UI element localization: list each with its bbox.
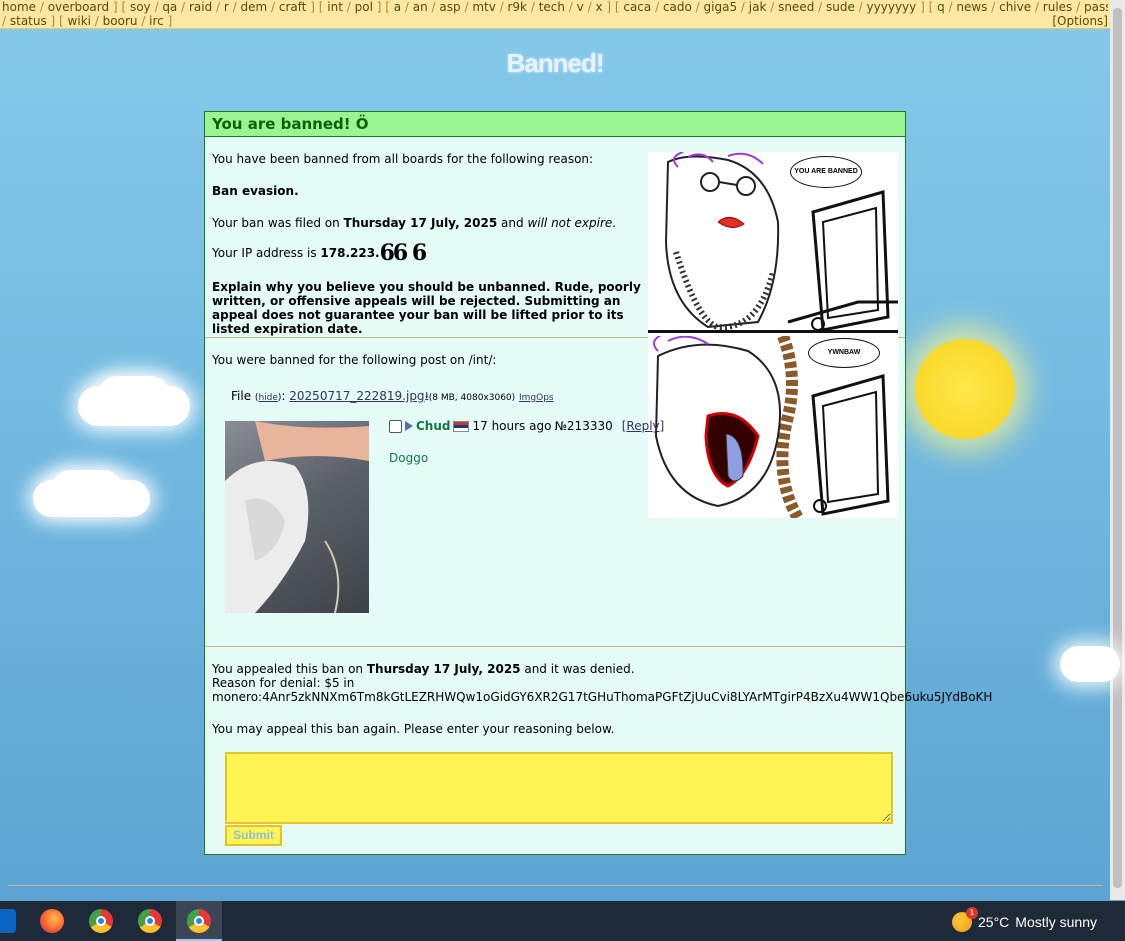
board-link-sneed[interactable]: sneed <box>778 0 814 14</box>
chrome-icon[interactable] <box>89 909 113 933</box>
board-link-an[interactable]: an <box>413 0 428 14</box>
appeal-section: You appealed this ban on Thursday 17 Jul… <box>205 648 992 854</box>
board-link-int[interactable]: int <box>327 0 343 14</box>
denial-reason: Reason for denial: $5 in <box>212 676 355 690</box>
ban-filed-date: Thursday 17 July, 2025 <box>343 216 498 230</box>
ip-masked-scribble: 66 6 <box>379 240 428 266</box>
boardlist-row-2: / status ] [ wiki / booru / irc ] <box>2 14 173 28</box>
board-link-mtv[interactable]: mtv <box>472 0 496 14</box>
board-link-r9k[interactable]: r9k <box>507 0 527 14</box>
chrome-active-icon[interactable] <box>187 909 211 933</box>
post-thumbnail[interactable] <box>225 421 369 613</box>
ban-filed: Your ban was filed on Thursday 17 July, … <box>212 216 617 230</box>
country-flag-icon <box>453 420 470 432</box>
appeal-date: Thursday 17 July, 2025 <box>366 662 521 676</box>
cloud-decoration <box>98 376 170 414</box>
board-link-sude[interactable]: sude <box>826 0 855 14</box>
ip-address: 178.223. <box>320 246 380 260</box>
dog-photo <box>225 421 369 613</box>
options-link[interactable]: [Options] <box>1052 14 1108 28</box>
board-link-news[interactable]: news <box>956 0 987 14</box>
scrollbar-thumb[interactable] <box>1113 8 1122 888</box>
sun-cloud-icon: 1 <box>952 907 979 932</box>
board-link-v[interactable]: v <box>577 0 584 14</box>
appeal-status: You appealed this ban on Thursday 17 Jul… <box>212 662 993 704</box>
board-link-tech[interactable]: tech <box>539 0 565 14</box>
sun-decoration <box>915 339 1015 439</box>
board-link-rules[interactable]: rules <box>1043 0 1073 14</box>
appeal-instructions: Explain why you believe you should be un… <box>212 280 641 336</box>
post-time: 17 hours ago <box>472 419 552 433</box>
post-header: Chud 17 hours ago №213330 [Reply] <box>389 419 664 433</box>
reply-link[interactable]: [Reply] <box>622 419 665 433</box>
ban-expire: will not expire <box>527 216 613 230</box>
page-title: Banned! <box>506 48 605 78</box>
firefox-icon[interactable] <box>40 909 64 933</box>
board-link-chive[interactable]: chive <box>999 0 1031 14</box>
poster-name: Chud <box>416 419 451 433</box>
hide-link[interactable]: hide <box>258 393 277 403</box>
board-link-status[interactable]: status <box>10 14 47 28</box>
weather-desc: Mostly sunny <box>1015 914 1097 930</box>
appeal-again-text: You may appeal this ban again. Please en… <box>212 722 615 736</box>
board-link-pol[interactable]: pol <box>355 0 373 14</box>
board-link-overboard[interactable]: overboard <box>48 0 109 14</box>
boardlist-row-1: home / overboard ] [ soy / qa / raid / r… <box>2 0 1108 14</box>
post-number[interactable]: №213330 <box>554 419 612 433</box>
ban-heading: You are banned! Ö <box>205 112 905 137</box>
post-menu-arrow-icon[interactable] <box>405 421 413 431</box>
board-link-soy[interactable]: soy <box>130 0 151 14</box>
board-link-qa[interactable]: qa <box>162 0 177 14</box>
outlook-icon[interactable] <box>0 909 16 933</box>
denial-address: monero:4Anr5zkNNXm6Tm8kGtLEZRHWQw1oGidGY… <box>212 690 993 704</box>
post-checkbox[interactable] <box>389 419 402 433</box>
scrollbar[interactable] <box>1110 0 1125 900</box>
imgops-link[interactable]: ImgOps <box>519 393 554 403</box>
board-link-raid[interactable]: raid <box>189 0 212 14</box>
board-link-cado[interactable]: cado <box>663 0 692 14</box>
ban-reason: Ban evasion. <box>212 184 299 198</box>
taskbar: 1 25°C Mostly sunny <box>0 901 1125 941</box>
board-link-x[interactable]: x <box>595 0 602 14</box>
board-link-giga5[interactable]: giga5 <box>704 0 738 14</box>
post-body: Doggo <box>389 451 429 465</box>
board-link-irc[interactable]: irc <box>149 14 164 28</box>
board-link-caca[interactable]: caca <box>623 0 651 14</box>
banned-post-section: You were banned for the following post o… <box>205 339 905 647</box>
board-link-jak[interactable]: jak <box>749 0 767 14</box>
board-link-asp[interactable]: asp <box>439 0 460 14</box>
board-link-booru[interactable]: booru <box>103 14 138 28</box>
boardlist: home / overboard ] [ soy / qa / raid / r… <box>0 0 1110 29</box>
submit-button[interactable]: Submit <box>225 825 282 846</box>
board-link-home[interactable]: home <box>2 0 36 14</box>
board-link-a[interactable]: a <box>394 0 401 14</box>
ban-ip: Your IP address is 178.223.66 6 <box>212 240 427 266</box>
comic-drawing-1 <box>664 152 898 332</box>
board-link-yyyyyyy[interactable]: yyyyyyy <box>867 0 917 14</box>
weather-temp: 25°C <box>978 914 1010 930</box>
cloud-decoration <box>52 470 122 506</box>
ban-reason-intro: You have been banned from all boards for… <box>212 152 594 166</box>
ban-box: You are banned! Ö You have been banned f… <box>204 111 992 855</box>
filename-link[interactable]: 20250717_222819.jpg <box>289 389 424 403</box>
weather-badge: 1 <box>966 907 979 919</box>
comic-bubble-1: YOU ARE BANNED <box>790 156 862 188</box>
board-link-q[interactable]: q <box>937 0 945 14</box>
file-meta: (8 MB, 4080x3060) <box>428 393 516 403</box>
weather-widget[interactable]: 1 25°C Mostly sunny <box>952 907 1097 932</box>
cloud-decoration <box>1060 646 1120 682</box>
board-link-craft[interactable]: craft <box>279 0 307 14</box>
banned-post-intro: You were banned for the following post o… <box>212 353 497 367</box>
file-label: File <box>231 389 252 403</box>
divider <box>8 885 1102 886</box>
board-link-wiki[interactable]: wiki <box>68 14 91 28</box>
appeal-textarea[interactable] <box>225 752 893 824</box>
board-link-dem[interactable]: dem <box>241 0 268 14</box>
chrome-profile-icon[interactable] <box>138 909 162 933</box>
board-link-pass[interactable]: pass <box>1084 0 1108 14</box>
comic-panel-1: YOU ARE BANNED <box>648 152 898 333</box>
file-info: File (hide): 20250717_222819.jpg⭳(8 MB, … <box>231 389 554 403</box>
